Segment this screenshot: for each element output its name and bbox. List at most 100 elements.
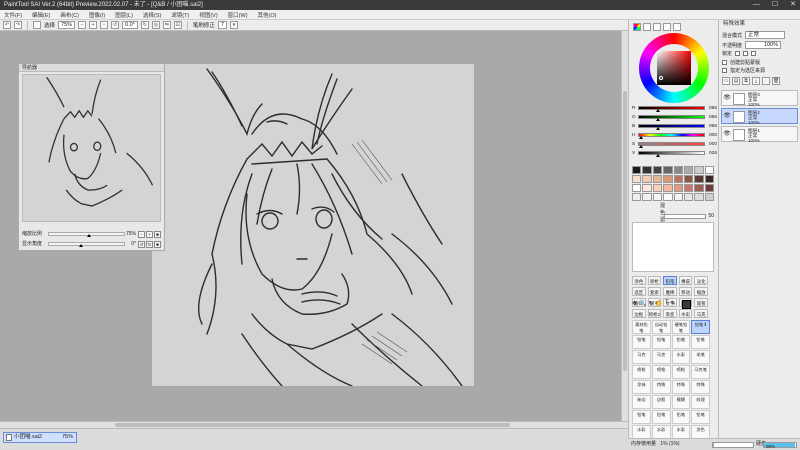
rotate-left-icon[interactable]: ↺ — [111, 21, 120, 29]
menu-item-4[interactable]: 图层(L) — [115, 11, 133, 19]
copy-layer-icon[interactable]: ⧉ — [742, 77, 750, 85]
zoom-out-button[interactable]: − — [138, 230, 145, 238]
color-swatch[interactable] — [694, 193, 704, 201]
color-swatch[interactable] — [642, 184, 652, 192]
clear-layer-icon[interactable]: ◌ — [762, 77, 770, 85]
color-picker-cursor[interactable] — [659, 76, 663, 80]
brush-preset[interactable]: 喷枪 — [632, 365, 651, 379]
brush-preset[interactable]: 自动铅笔 — [651, 320, 671, 334]
slider-handle[interactable] — [639, 145, 643, 148]
brush-preset[interactable]: 边框 — [651, 395, 671, 409]
angle-slider[interactable] — [48, 242, 125, 247]
color-swatch[interactable] — [632, 175, 642, 183]
saturation-value-square[interactable] — [657, 51, 691, 85]
tool-3[interactable]: 橡皮 — [678, 276, 693, 285]
color-swatch[interactable] — [632, 166, 642, 174]
zoom-reset-icon[interactable]: ▫ — [100, 21, 109, 29]
color-wheel[interactable] — [639, 33, 709, 103]
color-swatch[interactable] — [673, 193, 683, 201]
color-swatch[interactable] — [683, 175, 694, 183]
color-wheel-tab[interactable] — [633, 23, 641, 31]
color-swatch[interactable] — [652, 175, 663, 183]
color-swatch[interactable] — [704, 184, 714, 192]
brush-preset[interactable]: 喷枪 — [671, 365, 691, 379]
hsv-tab[interactable] — [653, 23, 661, 31]
color-swatch[interactable] — [704, 166, 714, 174]
canvas[interactable] — [152, 64, 474, 387]
brush-preset[interactable]: 纹理 — [691, 395, 710, 409]
channel-value[interactable]: 000 — [705, 142, 717, 147]
channel-value[interactable]: 026 — [705, 151, 717, 156]
delete-layer-icon[interactable]: 🗑 — [772, 77, 780, 85]
zoom-out-icon[interactable]: − — [78, 21, 87, 29]
channel-value[interactable]: 066 — [705, 124, 717, 129]
blend-mode-select[interactable]: 正常 — [745, 31, 786, 39]
color-swatch[interactable] — [673, 175, 683, 183]
brush-preset[interactable]: 铅笔 — [651, 410, 671, 424]
zoom-field[interactable]: 75% — [58, 21, 76, 29]
clip-checkbox[interactable] — [722, 60, 727, 65]
color-swatch[interactable] — [694, 175, 704, 183]
color-swatch[interactable] — [652, 184, 663, 192]
new-layer-icon[interactable]: ▭ — [722, 77, 730, 85]
tool-0[interactable]: 涂色 — [632, 276, 646, 285]
channel-slider[interactable] — [638, 142, 705, 148]
brush-preset[interactable]: 铅笔 — [632, 335, 651, 349]
brush-preset[interactable]: 铅笔 Ⅱ — [691, 320, 710, 334]
brush-preset[interactable]: 水彩 — [651, 425, 671, 439]
color-swatch[interactable] — [663, 166, 673, 174]
lock-pixels-checkbox[interactable] — [743, 51, 749, 56]
brush-preset[interactable]: 铅笔 — [632, 410, 651, 424]
color-swatch[interactable] — [673, 166, 683, 174]
lock-position-checkbox[interactable] — [751, 51, 757, 56]
navigator-preview[interactable] — [22, 74, 161, 222]
brush-preset[interactable]: 涂抹 — [632, 380, 651, 394]
color-swatch[interactable] — [663, 175, 673, 183]
new-folder-icon[interactable]: ▤ — [732, 77, 740, 85]
color-swatch[interactable] — [683, 166, 694, 174]
brush-preset[interactable]: 铅笔 — [671, 335, 691, 349]
tool-16[interactable]: 喷枪2 — [647, 309, 662, 318]
stabilizer-dropdown-icon[interactable]: ▾ — [229, 21, 238, 29]
rotate-right-icon[interactable]: ↻ — [140, 21, 149, 29]
layer-item[interactable]: 👁 图层3 正常 100% — [721, 90, 798, 107]
brush-preset[interactable]: 特殊 — [691, 380, 710, 394]
menu-item-7[interactable]: 视图(V) — [199, 11, 217, 19]
tool-8[interactable]: 移动 — [678, 287, 693, 296]
zoom-slider-handle[interactable] — [86, 234, 91, 237]
brush-preset[interactable]: 抹边 — [632, 395, 651, 409]
opacity-field[interactable]: 100% — [745, 41, 782, 49]
brush-preset[interactable]: 特殊 — [651, 380, 671, 394]
channel-slider[interactable] — [638, 106, 705, 112]
channel-slider[interactable] — [638, 151, 705, 157]
minimize-button[interactable]: — — [753, 0, 760, 10]
channel-slider[interactable] — [638, 124, 705, 130]
fit-icon[interactable]: ⊡ — [173, 21, 182, 29]
brush-preset[interactable]: 马克 — [651, 350, 671, 364]
brush-preset[interactable]: 马克 — [632, 350, 651, 364]
color-swatch[interactable] — [683, 193, 694, 201]
brush-preset[interactable]: 模糊 — [671, 395, 691, 409]
zoom-in-icon[interactable]: + — [89, 21, 98, 29]
color-swatch[interactable] — [673, 184, 683, 192]
brush-preset[interactable]: 特殊 — [671, 380, 691, 394]
channel-slider[interactable] — [638, 133, 705, 139]
rotate-field[interactable]: 0.0° — [122, 21, 138, 29]
zoom-in-button[interactable]: + — [146, 230, 153, 238]
color-swatch[interactable] — [642, 166, 652, 174]
slider-handle[interactable] — [639, 136, 643, 139]
vertical-scrollbar[interactable] — [621, 31, 628, 421]
stabilizer-select[interactable]: 7 — [217, 21, 227, 29]
eye-icon[interactable]: 👁 — [723, 112, 731, 120]
brush-preset[interactable]: 水彩 — [632, 425, 651, 439]
menu-item-1[interactable]: 编辑(E) — [32, 11, 50, 19]
eye-icon[interactable]: 👁 — [723, 94, 731, 102]
maximize-button[interactable]: ☐ — [772, 0, 778, 10]
vscroll-thumb[interactable] — [623, 91, 627, 371]
text-tool-icon[interactable]: T — [665, 300, 669, 309]
menu-item-8[interactable]: 窗口(W) — [228, 11, 248, 19]
flip-icon[interactable]: ⇋ — [162, 21, 171, 29]
slider-handle[interactable] — [655, 118, 660, 121]
rotate-left-button[interactable]: ↺ — [138, 240, 145, 248]
color-swatch[interactable] — [694, 184, 704, 192]
